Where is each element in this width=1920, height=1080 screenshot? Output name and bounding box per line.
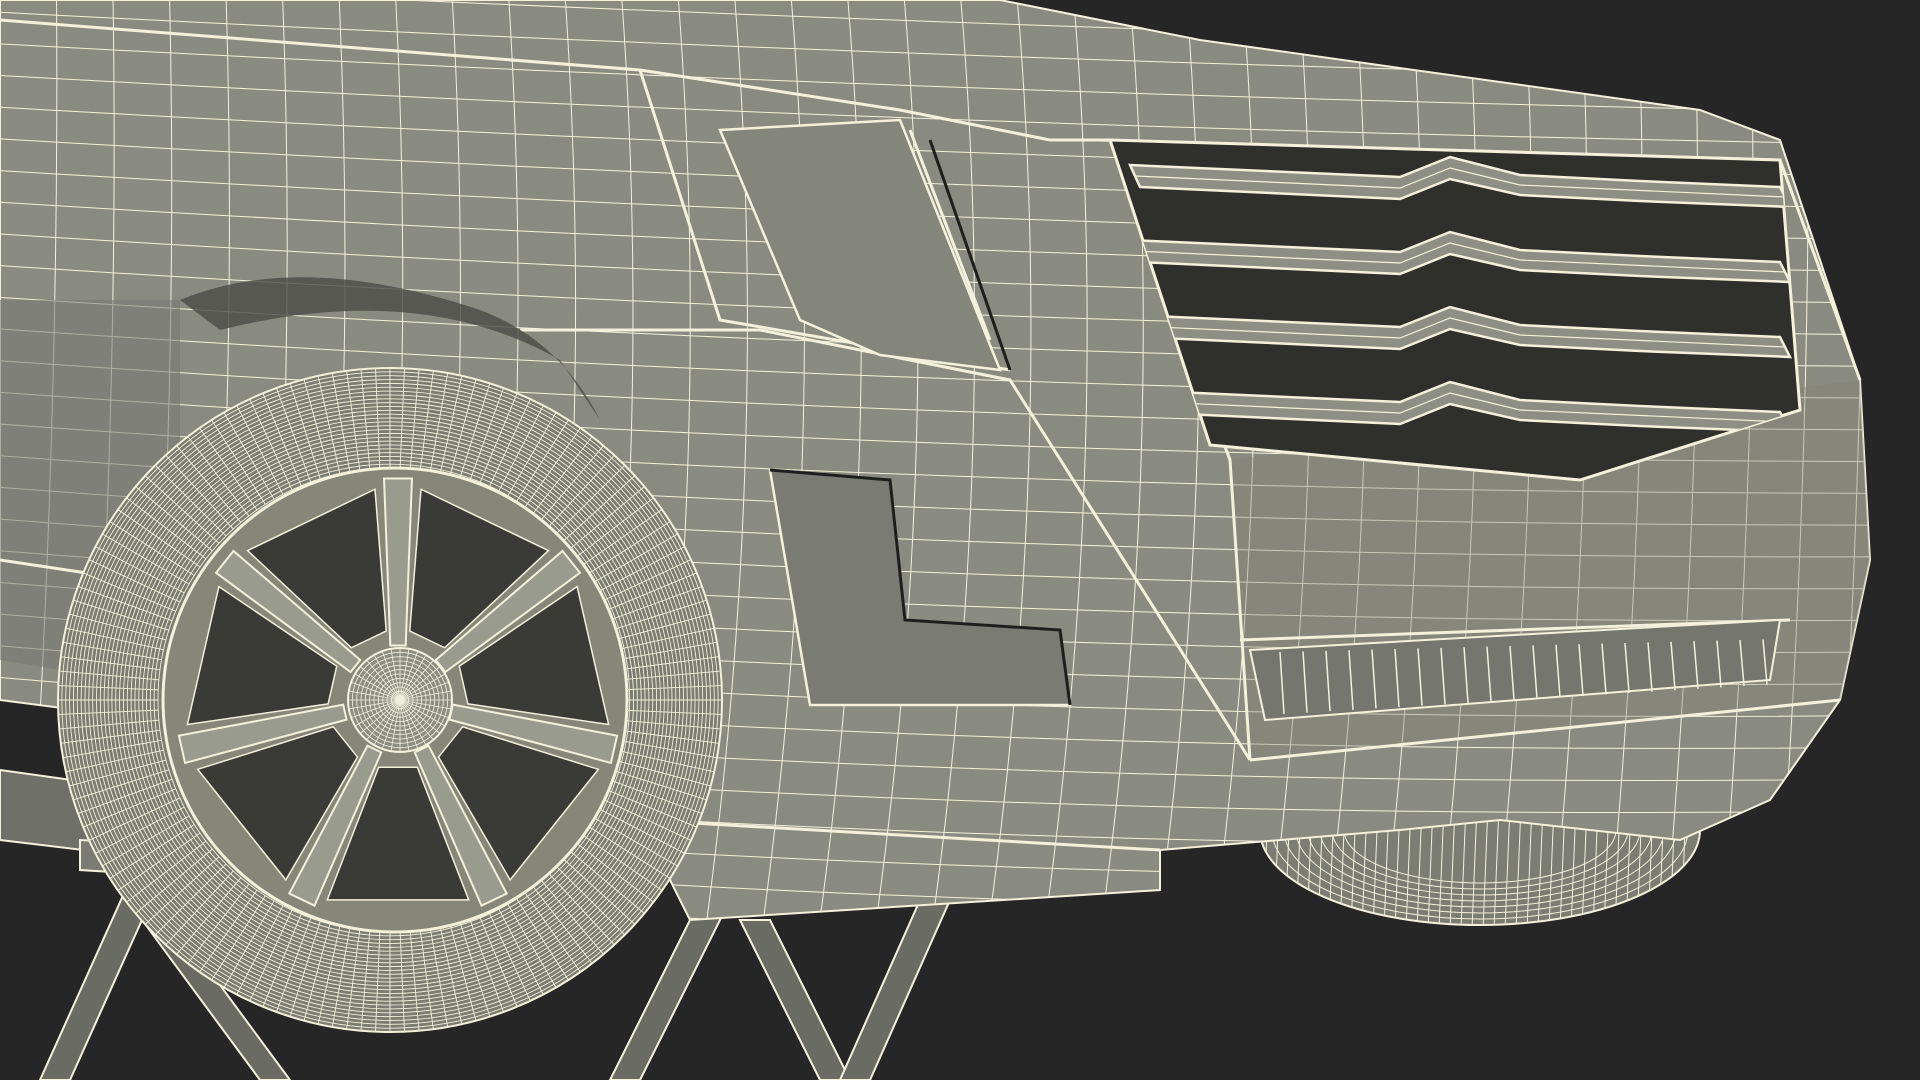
lift-arm-center-b <box>738 919 852 1080</box>
lift-arm-center-c <box>838 899 952 1080</box>
wireframe-scene <box>0 0 1920 1080</box>
front-wheel <box>57 367 723 1033</box>
mesh-line <box>1890 0 1920 940</box>
wireframe-render <box>0 0 1920 1080</box>
front-grille <box>1107 138 1802 482</box>
